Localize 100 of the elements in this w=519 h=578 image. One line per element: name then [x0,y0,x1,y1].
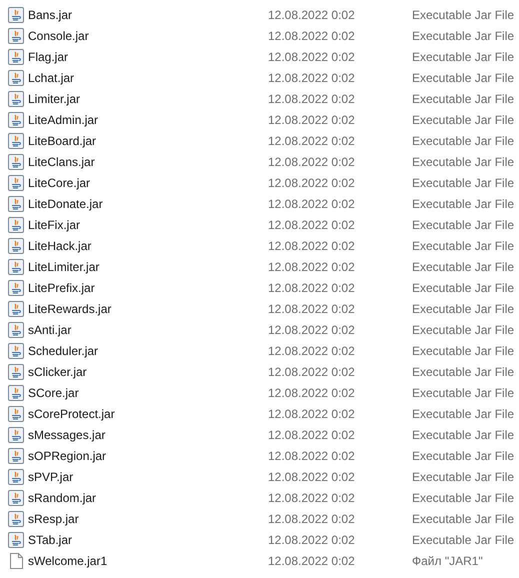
java-file-icon [8,364,24,380]
java-file-icon [8,448,24,464]
file-type: Executable Jar File [412,196,514,212]
file-date: 12.08.2022 0:02 [268,132,356,150]
file-name[interactable]: LiteDonate.jar [28,194,268,212]
file-name[interactable]: Scheduler.jar [28,342,268,360]
file-date: 12.08.2022 0:02 [268,48,356,66]
file-date: 12.08.2022 0:02 [268,174,356,192]
file-name[interactable]: LiteFix.jar [28,216,268,234]
file-name[interactable]: LiteBoard.jar [28,132,268,150]
file-name[interactable]: LiteAdmin.jar [28,110,268,128]
file-date: 12.08.2022 0:02 [268,510,356,528]
file-name[interactable]: Console.jar [28,26,268,44]
file-name[interactable]: LiteCore.jar [28,174,268,192]
java-file-icon [8,48,24,64]
file-date: 12.08.2022 0:02 [268,532,356,548]
file-name[interactable]: LiteRewards.jar [28,300,268,318]
file-type: Executable Jar File [412,70,514,86]
file-date: 12.08.2022 0:02 [268,112,356,128]
file-type: Executable Jar File [412,300,514,318]
file-date: 12.08.2022 0:02 [268,364,356,380]
file-date: 12.08.2022 0:02 [268,216,356,234]
file-date: 12.08.2022 0:02 [268,280,356,296]
file-date: 12.08.2022 0:02 [268,552,356,570]
java-file-icon [8,532,24,548]
file-type: Executable Jar File [412,406,514,422]
file-type: Executable Jar File [412,364,514,380]
file-type: Executable Jar File [412,258,514,276]
file-name[interactable]: sPVP.jar [28,468,268,486]
file-name[interactable]: Flag.jar [28,48,268,66]
java-file-icon [8,258,24,274]
file-date: 12.08.2022 0:02 [268,70,356,86]
java-file-icon [8,342,24,358]
java-file-icon [8,280,24,296]
file-type: Executable Jar File [412,174,514,192]
blank-file-icon [10,552,22,568]
file-name[interactable]: LiteHack.jar [28,236,268,254]
java-file-icon [8,70,24,86]
file-date: 12.08.2022 0:02 [268,384,356,402]
file-type: Executable Jar File [412,28,514,44]
file-type: Executable Jar File [412,132,514,150]
file-type: Executable Jar File [412,90,514,108]
file-type: Executable Jar File [412,238,514,254]
java-file-icon [8,6,24,22]
java-file-icon [8,384,24,400]
file-name[interactable]: sResp.jar [28,510,268,528]
file-type: Executable Jar File [412,468,514,486]
file-name[interactable]: STab.jar [28,530,268,548]
file-type: Executable Jar File [412,216,514,234]
java-file-icon [8,154,24,170]
file-date: 12.08.2022 0:02 [268,322,356,338]
file-type: Executable Jar File [412,322,514,338]
file-type: Executable Jar File [412,48,514,66]
file-date: 12.08.2022 0:02 [268,6,356,24]
file-type: Executable Jar File [412,154,514,170]
file-date: 12.08.2022 0:02 [268,90,356,108]
java-file-icon [8,238,24,254]
file-date: 12.08.2022 0:02 [268,406,356,422]
file-name[interactable]: Lchat.jar [28,68,268,86]
java-file-icon [8,426,24,442]
file-name[interactable]: Bans.jar [28,6,268,24]
file-date: 12.08.2022 0:02 [268,448,356,464]
file-type: Executable Jar File [412,426,514,444]
file-name[interactable]: LiteLimiter.jar [28,258,268,276]
file-name[interactable]: sCoreProtect.jar [28,404,268,422]
file-name[interactable]: Limiter.jar [28,90,268,108]
file-date: 12.08.2022 0:02 [268,238,356,254]
file-type: Executable Jar File [412,532,514,548]
file-date: 12.08.2022 0:02 [268,342,356,360]
file-date: 12.08.2022 0:02 [268,468,356,486]
file-date: 12.08.2022 0:02 [268,300,356,318]
file-name[interactable]: sWelcome.jar1 [28,552,268,570]
java-file-icon [8,406,24,422]
file-date: 12.08.2022 0:02 [268,426,356,444]
file-name[interactable]: sClicker.jar [28,362,268,380]
java-file-icon [8,490,24,506]
file-name[interactable]: LitePrefix.jar [28,278,268,296]
java-file-icon [8,196,24,212]
file-name[interactable]: SCore.jar [28,384,268,402]
file-date: 12.08.2022 0:02 [268,490,356,506]
file-date: 12.08.2022 0:02 [268,154,356,170]
file-name[interactable]: sRandom.jar [28,488,268,506]
file-type: Executable Jar File [412,280,514,296]
file-name[interactable]: sAnti.jar [28,320,268,338]
java-file-icon [8,90,24,106]
file-name[interactable]: LiteClans.jar [28,152,268,170]
file-name[interactable]: sMessages.jar [28,426,268,444]
java-file-icon [8,510,24,526]
file-date: 12.08.2022 0:02 [268,196,356,212]
file-type: Executable Jar File [412,342,514,360]
java-file-icon [8,322,24,338]
java-file-icon [8,112,24,128]
file-date: 12.08.2022 0:02 [268,28,356,44]
file-date: 12.08.2022 0:02 [268,258,356,276]
file-type: Executable Jar File [412,384,514,402]
java-file-icon [8,468,24,484]
file-name[interactable]: sOPRegion.jar [28,446,268,464]
java-file-icon [8,174,24,190]
file-type: Executable Jar File [412,6,514,24]
java-file-icon [8,132,24,148]
